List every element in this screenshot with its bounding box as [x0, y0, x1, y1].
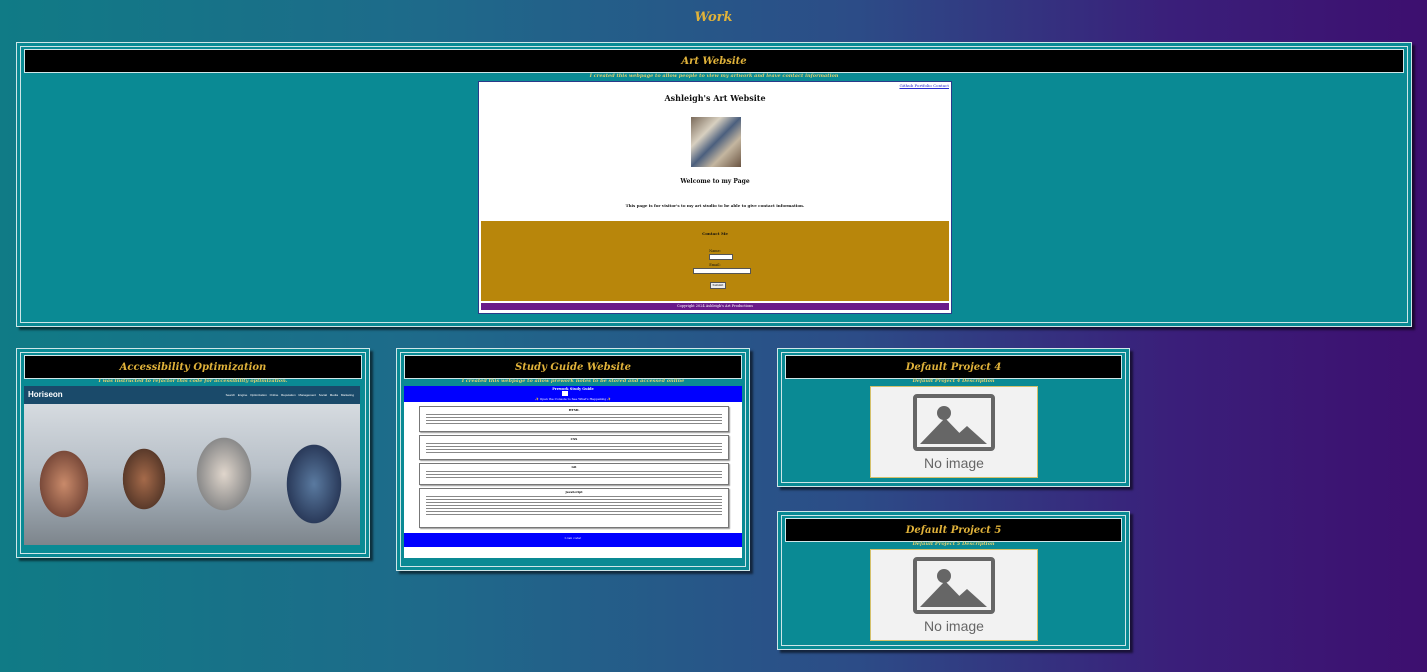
name-field[interactable]: [709, 254, 733, 260]
horiseon-logo: Horiseon: [28, 390, 63, 399]
email-label: Email:: [709, 263, 721, 267]
artwork-image: [691, 117, 741, 167]
study-guide-subtitle: ✨ Open the Console to See What's Happeni…: [535, 397, 611, 401]
page-title: Work: [694, 10, 733, 25]
project-description: Default Project 4 Description: [912, 378, 995, 384]
horiseon-screenshot[interactable]: Horiseon Search Engine Optimization Onli…: [24, 386, 360, 545]
project-image-placeholder[interactable]: No image: [870, 386, 1038, 478]
art-welcome: Welcome to my Page: [680, 178, 750, 185]
section-javascript: JavaScript: [419, 488, 729, 528]
study-guide-title: Prework Study Guide: [552, 387, 594, 391]
project-title: Accessibility Optimization: [24, 355, 362, 379]
project-card-study-guide: Study Guide Website I created this webpa…: [396, 348, 750, 571]
project-title: Study Guide Website: [404, 355, 742, 379]
art-info: This page is for visitor's to my art stu…: [625, 203, 805, 208]
section-heading: JavaScript: [565, 490, 583, 494]
contact-title: Contact Me: [702, 231, 728, 236]
name-label: Name:: [709, 249, 721, 253]
project-description: I created this webpage to allow people t…: [589, 73, 839, 79]
project-title: Art Website: [24, 49, 1404, 73]
art-nav-links[interactable]: Github Portfolio Contact: [899, 83, 949, 88]
image-icon: [913, 394, 995, 451]
project-description: I created this webpage to allow prework …: [461, 378, 685, 384]
project-card-accessibility: Accessibility Optimization I was instruc…: [16, 348, 370, 558]
section-heading: HTML: [568, 408, 580, 412]
horiseon-nav[interactable]: Search Engine Optimization Online Reputa…: [226, 393, 354, 397]
section-heading: Git: [571, 465, 577, 469]
no-image-label: No image: [924, 618, 984, 634]
project-card-default-5: Default Project 5 Default Project 5 Desc…: [777, 511, 1130, 650]
image-icon: [913, 557, 995, 614]
project-description: Default Project 5 Description: [912, 541, 995, 547]
study-guide-header: Prework Study Guide ✨ Open the Console t…: [404, 386, 742, 402]
art-footer: Copyright 2024 Ashleigh's Art Production…: [481, 303, 949, 310]
project-title: Default Project 4: [785, 355, 1122, 379]
submit-button[interactable]: Submit: [710, 282, 726, 289]
project-card-default-4: Default Project 4 Default Project 4 Desc…: [777, 348, 1130, 487]
avatar: [562, 391, 568, 396]
hero-image: [24, 404, 360, 545]
art-website-screenshot[interactable]: Github Portfolio Contact Ashleigh's Art …: [478, 81, 952, 314]
section-git: Git: [419, 463, 729, 485]
section-heading: CSS: [570, 437, 578, 441]
project-image-placeholder[interactable]: No image: [870, 549, 1038, 641]
section-css: CSS: [419, 435, 729, 460]
section-html: HTML: [419, 406, 729, 432]
project-title: Default Project 5: [785, 518, 1122, 542]
project-description: I was instructed to refactor this code f…: [98, 378, 288, 384]
study-guide-screenshot[interactable]: Prework Study Guide ✨ Open the Console t…: [404, 386, 742, 558]
email-field[interactable]: [693, 268, 751, 274]
art-heading: Ashleigh's Art Website: [664, 93, 766, 103]
no-image-label: No image: [924, 455, 984, 471]
project-card-art-website: Art Website I created this webpage to al…: [16, 42, 1412, 327]
horiseon-header: Horiseon Search Engine Optimization Onli…: [24, 386, 360, 404]
study-guide-footer: I can code!: [404, 533, 742, 547]
art-contact-form: Contact Me Name: Email: Submit: [481, 221, 949, 301]
